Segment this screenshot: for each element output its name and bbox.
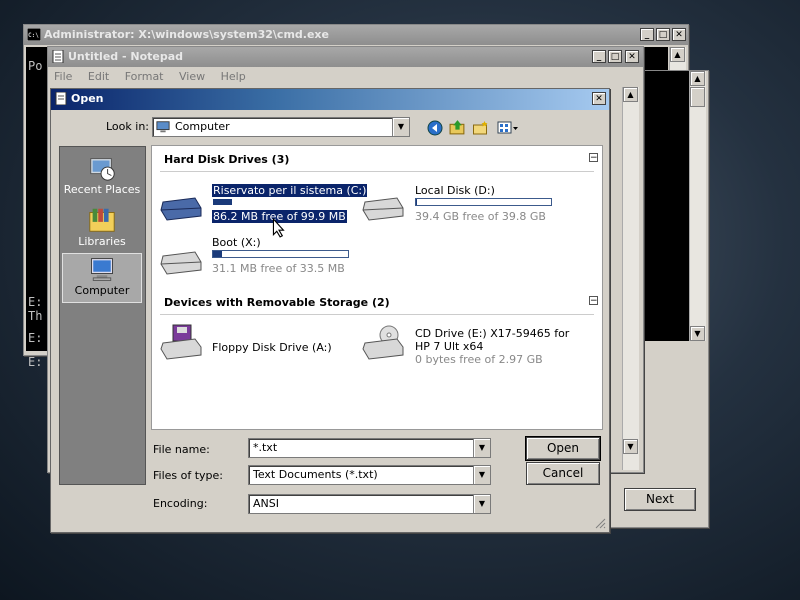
menu-view[interactable]: View <box>179 70 205 83</box>
drive-x-usage-fill <box>213 251 223 257</box>
look-in-dropdown-arrow[interactable]: ▼ <box>392 118 409 136</box>
hard-drive-icon <box>160 251 202 275</box>
new-folder-icon[interactable] <box>472 120 489 136</box>
group-divider <box>160 314 594 315</box>
svg-text:C:\: C:\ <box>28 32 39 39</box>
cmd-icon: C:\ <box>27 28 41 41</box>
look-in-combo[interactable]: Computer ▼ <box>152 117 410 137</box>
place-label: Libraries <box>78 235 126 248</box>
hard-disk-collapse-button[interactable]: − <box>589 153 598 163</box>
setup-scroll-down-button[interactable]: ▼ <box>690 326 705 341</box>
drive-x-usage-bar <box>212 250 349 258</box>
file-name-label: File name: <box>153 443 210 456</box>
place-computer[interactable]: Computer <box>62 253 142 303</box>
floppy-drive-icon <box>160 324 202 360</box>
open-button[interactable]: Open <box>525 436 601 461</box>
cmd-title: Administrator: X:\windows\system32\cmd.e… <box>44 28 329 41</box>
resize-grip-icon[interactable] <box>594 517 606 529</box>
hard-drive-icon <box>160 197 202 221</box>
view-menu-icon[interactable] <box>496 120 520 136</box>
look-in-value: Computer <box>175 120 230 133</box>
open-dialog-title: Open <box>71 92 104 105</box>
place-libraries[interactable]: Libraries <box>62 205 142 255</box>
group-divider <box>160 171 594 172</box>
cmd-line: E: <box>28 331 43 345</box>
cmd-line: Po <box>28 59 43 73</box>
notepad-maximize-button[interactable]: □ <box>608 50 622 63</box>
files-of-type-value: Text Documents (*.txt) <box>253 468 378 481</box>
files-of-type-dropdown-arrow[interactable]: ▼ <box>473 466 490 484</box>
next-button[interactable]: Next <box>624 488 696 511</box>
cmd-line: E: <box>28 355 43 369</box>
drive-x-free: 31.1 MB free of 33.5 MB <box>212 262 345 275</box>
cd-drive-name-line1[interactable]: CD Drive (E:) X17-59465 for <box>415 327 569 340</box>
places-bar: Recent Places Libraries Computer <box>59 146 146 485</box>
notepad-icon <box>52 50 64 63</box>
hard-drive-icon <box>362 197 404 221</box>
menu-format[interactable]: Format <box>125 70 164 83</box>
back-icon[interactable] <box>427 120 443 136</box>
recent-places-icon <box>90 158 115 181</box>
place-label: Recent Places <box>63 183 141 196</box>
notepad-titlebar[interactable]: Untitled - Notepad <box>48 47 643 67</box>
menu-file[interactable]: File <box>54 70 72 83</box>
place-recent-places[interactable]: Recent Places <box>62 153 142 203</box>
file-name-value: *.txt <box>253 441 278 454</box>
cancel-button[interactable]: Cancel <box>526 462 600 485</box>
open-dialog-close-button[interactable]: ✕ <box>592 92 606 105</box>
notepad-title: Untitled - Notepad <box>68 50 184 63</box>
drive-d-usage-bar <box>415 198 552 206</box>
menu-edit[interactable]: Edit <box>88 70 109 83</box>
menu-help[interactable]: Help <box>221 70 246 83</box>
files-of-type-label: Files of type: <box>153 469 224 482</box>
drive-d-usage-fill <box>416 199 418 205</box>
drive-c-name[interactable]: Riservato per il sistema (C:) <box>212 184 368 197</box>
drive-d-name[interactable]: Local Disk (D:) <box>415 184 495 197</box>
cmd-line: Th <box>28 309 43 323</box>
cmd-minimize-button[interactable]: _ <box>640 28 654 41</box>
cmd-line: E: <box>28 295 43 309</box>
notepad-scrollbar[interactable]: ▲ ▼ <box>622 87 639 470</box>
place-label: Computer <box>74 284 130 297</box>
setup-scroll-thumb[interactable] <box>690 87 705 107</box>
notepad-close-button[interactable]: ✕ <box>625 50 639 63</box>
encoding-dropdown-arrow[interactable]: ▼ <box>473 495 490 513</box>
files-of-type-combo[interactable]: Text Documents (*.txt) ▼ <box>248 465 491 485</box>
file-list-view[interactable]: Hard Disk Drives (3) − Riservato per il … <box>151 145 603 430</box>
setup-scrollbar[interactable]: ▲ ▼ <box>689 71 706 341</box>
encoding-label: Encoding: <box>153 497 208 510</box>
drive-c-usage-fill <box>213 199 232 205</box>
drive-c-usage-bar <box>212 198 349 206</box>
cmd-close-button[interactable]: ✕ <box>672 28 686 41</box>
libraries-icon <box>89 208 115 232</box>
cd-drive-name-line2[interactable]: HP 7 Ult x64 <box>415 340 483 353</box>
computer-small-icon <box>156 121 170 133</box>
notepad-scroll-up-button[interactable]: ▲ <box>623 87 638 102</box>
open-dialog-icon <box>55 92 67 105</box>
cmd-titlebar[interactable]: C:\ Administrator: X:\windows\system32\c… <box>24 25 688 45</box>
encoding-combo[interactable]: ANSI ▼ <box>248 494 491 514</box>
removable-group-header: Devices with Removable Storage (2) <box>164 296 390 309</box>
notepad-minimize-button[interactable]: _ <box>592 50 606 63</box>
drive-d-free: 39.4 GB free of 39.8 GB <box>415 210 546 223</box>
floppy-drive-name[interactable]: Floppy Disk Drive (A:) <box>212 341 332 354</box>
hard-disk-group-header: Hard Disk Drives (3) <box>164 153 290 166</box>
removable-collapse-button[interactable]: − <box>589 296 598 306</box>
look-in-label: Look in: <box>106 120 149 133</box>
mouse-cursor-icon <box>272 218 285 238</box>
notepad-scroll-down-button[interactable]: ▼ <box>623 439 638 454</box>
cmd-maximize-button[interactable]: □ <box>656 28 670 41</box>
file-name-dropdown-arrow[interactable]: ▼ <box>473 439 490 457</box>
notepad-menubar: File Edit Format View Help <box>54 70 258 83</box>
cd-drive-free: 0 bytes free of 2.97 GB <box>415 353 543 366</box>
drive-x-name[interactable]: Boot (X:) <box>212 236 261 249</box>
computer-icon <box>91 258 113 281</box>
setup-scroll-up-button[interactable]: ▲ <box>690 71 705 86</box>
up-folder-icon[interactable] <box>449 119 466 136</box>
cd-drive-icon <box>362 325 404 360</box>
cmd-scroll-up-button[interactable]: ▲ <box>670 47 685 62</box>
encoding-value: ANSI <box>253 497 279 510</box>
open-dialog-titlebar[interactable]: Open <box>51 89 609 110</box>
file-name-combo[interactable]: *.txt ▼ <box>248 438 491 458</box>
